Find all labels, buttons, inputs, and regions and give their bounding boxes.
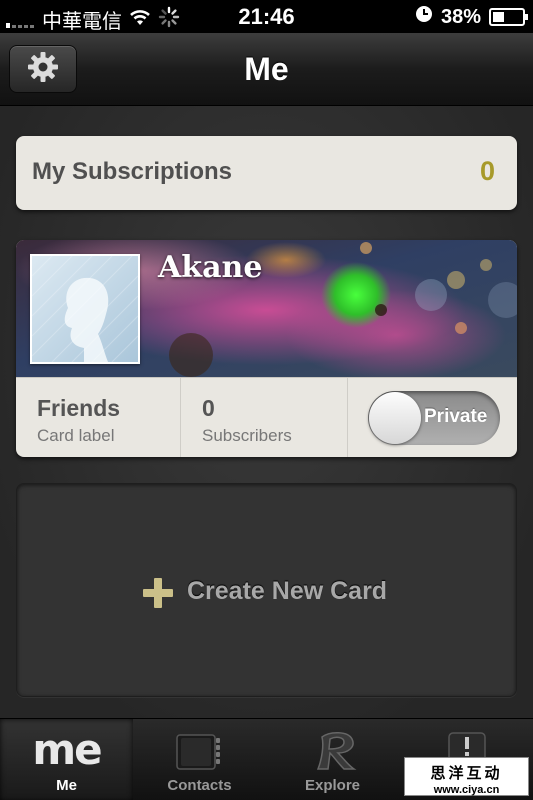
status-right: 38% bbox=[415, 5, 528, 29]
explore-r-icon bbox=[308, 729, 358, 778]
subscriptions-label: My Subscriptions bbox=[32, 158, 233, 185]
battery-percent: 38% bbox=[440, 5, 481, 28]
avatar[interactable] bbox=[30, 254, 140, 364]
main-content[interactable]: My Subscriptions 0 Akane Friends Card la… bbox=[0, 106, 533, 718]
profile-info-row: Friends Card label 0 Subscribers Private bbox=[16, 377, 517, 457]
subscriptions-count: 0 bbox=[479, 156, 495, 186]
group-label: Card label bbox=[37, 426, 115, 445]
subscriptions-row[interactable]: My Subscriptions 0 bbox=[16, 136, 517, 210]
tab-contacts[interactable]: Contacts bbox=[133, 719, 266, 800]
page-title: Me bbox=[244, 51, 289, 87]
contacts-book-icon bbox=[175, 733, 223, 776]
tab-me[interactable]: me Me bbox=[0, 719, 133, 800]
plus-icon bbox=[143, 578, 173, 608]
subscribers-cell[interactable]: 0 Subscribers bbox=[181, 378, 348, 457]
tab-explore-label: Explore bbox=[304, 777, 361, 794]
watermark-url: www.ciya.cn bbox=[433, 784, 500, 796]
profile-name: Akane bbox=[158, 250, 263, 285]
subscribers-label: Subscribers bbox=[202, 426, 292, 445]
privacy-cell: Private bbox=[348, 378, 517, 457]
tab-explore[interactable]: Explore bbox=[266, 719, 399, 800]
subscribers-count: 0 bbox=[202, 395, 215, 421]
battery-icon bbox=[489, 8, 528, 26]
watermark-title: 思洋互动 bbox=[430, 764, 503, 782]
group-cell[interactable]: Friends Card label bbox=[16, 378, 181, 457]
watermark: 思洋互动 www.ciya.cn bbox=[404, 757, 529, 796]
tab-contacts-label: Contacts bbox=[167, 777, 232, 794]
nav-bar: Me bbox=[0, 33, 533, 106]
avatar-silhouette-icon bbox=[32, 256, 138, 362]
toggle-knob[interactable] bbox=[369, 392, 421, 444]
profile-card[interactable]: Akane Friends Card label 0 Subscribers P… bbox=[16, 240, 517, 457]
tab-me-label: Me bbox=[56, 777, 77, 794]
privacy-toggle[interactable]: Private bbox=[368, 391, 500, 445]
group-value: Friends bbox=[37, 395, 121, 421]
clock-icon bbox=[415, 5, 433, 29]
me-icon: me bbox=[32, 725, 102, 774]
status-bar: 中華電信 21:46 38% bbox=[0, 0, 533, 33]
create-card-label: Create New Card bbox=[187, 577, 388, 605]
create-new-card-button[interactable]: Create New Card bbox=[16, 483, 517, 697]
privacy-label: Private bbox=[424, 406, 488, 427]
